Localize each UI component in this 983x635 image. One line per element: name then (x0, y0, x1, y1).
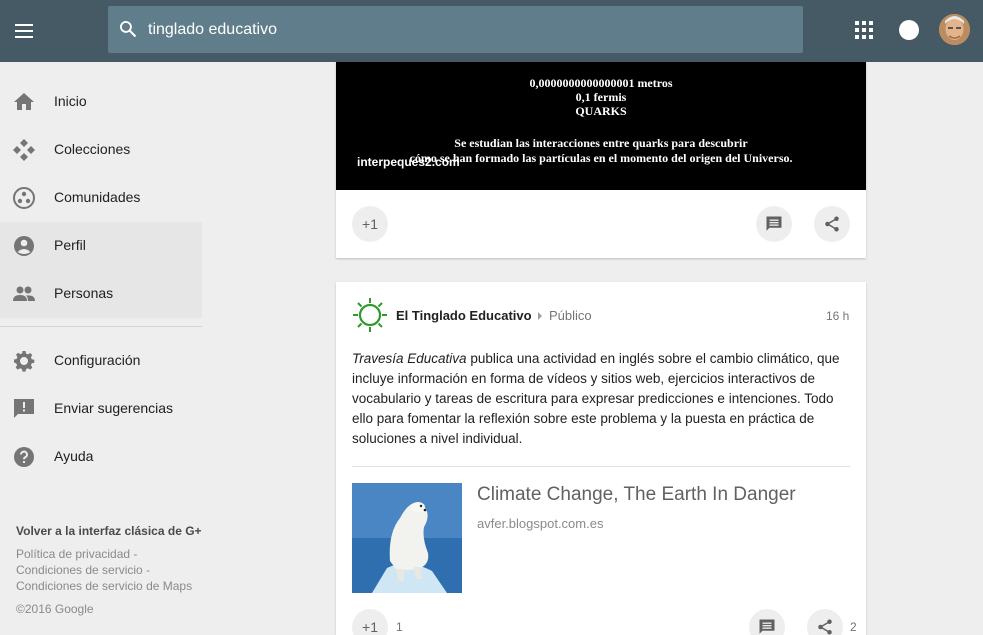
search-input[interactable] (148, 16, 788, 43)
sidebar-item-label: Comunidades (54, 189, 141, 205)
post-body-italic: Travesía Educativa (352, 351, 467, 366)
menu-icon[interactable] (12, 19, 36, 43)
people-icon (13, 286, 35, 301)
plus-one-button[interactable]: +1 (352, 609, 388, 635)
sidebar-divider (0, 326, 202, 327)
communities-icon (13, 187, 35, 209)
sidebar-item-label: Configuración (54, 352, 141, 368)
help-icon (14, 447, 34, 467)
sidebar-item-label: Enviar sugerencias (54, 400, 174, 416)
link-thumbnail[interactable] (352, 483, 462, 593)
author-avatar-icon[interactable] (352, 297, 388, 333)
comment-icon (759, 619, 775, 634)
sidebar-item-label: Perfil (54, 237, 86, 253)
share-icon (825, 216, 839, 232)
maps-terms-link[interactable]: Condiciones de servicio de Maps (16, 579, 192, 593)
plus-one-count: 1 (396, 620, 403, 634)
top-bar (0, 0, 983, 62)
sidebar-item-configuracion[interactable]: Configuración (0, 337, 202, 385)
comment-button[interactable] (749, 609, 785, 635)
sidebar: Inicio Colecciones Comunidades Perfil Pe… (0, 62, 203, 635)
sidebar-item-perfil[interactable]: Perfil (0, 222, 202, 270)
share-icon (818, 619, 832, 635)
feedback-icon (14, 399, 34, 418)
link-domain: avfer.blogspot.com.es (477, 516, 604, 531)
sidebar-item-label: Colecciones (54, 141, 131, 157)
search-box[interactable] (108, 6, 803, 53)
collections-icon (13, 139, 35, 161)
sidebar-item-inicio[interactable]: Inicio (0, 78, 202, 126)
chevron-right-icon (538, 312, 542, 320)
privacy-policy-link[interactable]: Política de privacidad - (16, 547, 137, 561)
post-body: Travesía Educativa publica una actividad… (352, 349, 856, 449)
search-icon[interactable] (118, 19, 138, 39)
notifications-icon[interactable] (899, 20, 919, 40)
sidebar-item-label: Inicio (54, 93, 87, 109)
gear-icon (14, 351, 35, 372)
post-card: El Tinglado Educativo Público 16 h Trave… (336, 282, 866, 635)
author-name[interactable]: El Tinglado Educativo (396, 308, 532, 323)
sidebar-item-ayuda[interactable]: Ayuda (0, 433, 202, 481)
image-text-line: 0,0000000000000001 metros (529, 76, 673, 90)
avatar[interactable] (939, 14, 970, 45)
post-image[interactable]: 0,0000000000000001 metros 0,1 fermis QUA… (336, 62, 866, 190)
image-text-line: 0,1 fermis (575, 90, 627, 104)
sidebar-item-enviar-sugerencias[interactable]: Enviar sugerencias (0, 385, 202, 433)
apps-grid-icon[interactable] (855, 21, 873, 39)
comment-icon (766, 216, 782, 231)
plus-one-label: +1 (362, 216, 378, 232)
post-timestamp[interactable]: 16 h (826, 309, 849, 323)
share-button[interactable] (814, 206, 850, 242)
image-caption-line: Se estudian las interacciones entre quar… (454, 136, 748, 150)
plus-one-label: +1 (362, 619, 378, 635)
sidebar-item-personas[interactable]: Personas (0, 270, 202, 318)
copyright: ©2016 Google (16, 602, 94, 616)
comment-button[interactable] (756, 206, 792, 242)
post-divider (352, 466, 850, 467)
classic-interface-link[interactable]: Volver a la interfaz clásica de G+ (16, 524, 202, 538)
post-card: 0,0000000000000001 metros 0,1 fermis QUA… (336, 62, 866, 258)
share-count: 2 (850, 620, 857, 634)
visibility-label[interactable]: Público (549, 308, 592, 323)
profile-icon (14, 236, 34, 256)
sidebar-item-label: Ayuda (54, 448, 94, 464)
terms-of-service-link[interactable]: Condiciones de servicio - (16, 563, 150, 577)
sidebar-item-colecciones[interactable]: Colecciones (0, 126, 202, 174)
home-icon (14, 93, 34, 110)
share-button[interactable] (807, 609, 843, 635)
sidebar-item-label: Personas (54, 285, 114, 301)
link-title[interactable]: Climate Change, The Earth In Danger (477, 484, 796, 506)
sidebar-item-comunidades[interactable]: Comunidades (0, 174, 202, 222)
plus-one-button[interactable]: +1 (352, 206, 388, 242)
image-watermark: interpeques2.com (357, 155, 460, 169)
image-text-line: QUARKS (575, 104, 627, 118)
